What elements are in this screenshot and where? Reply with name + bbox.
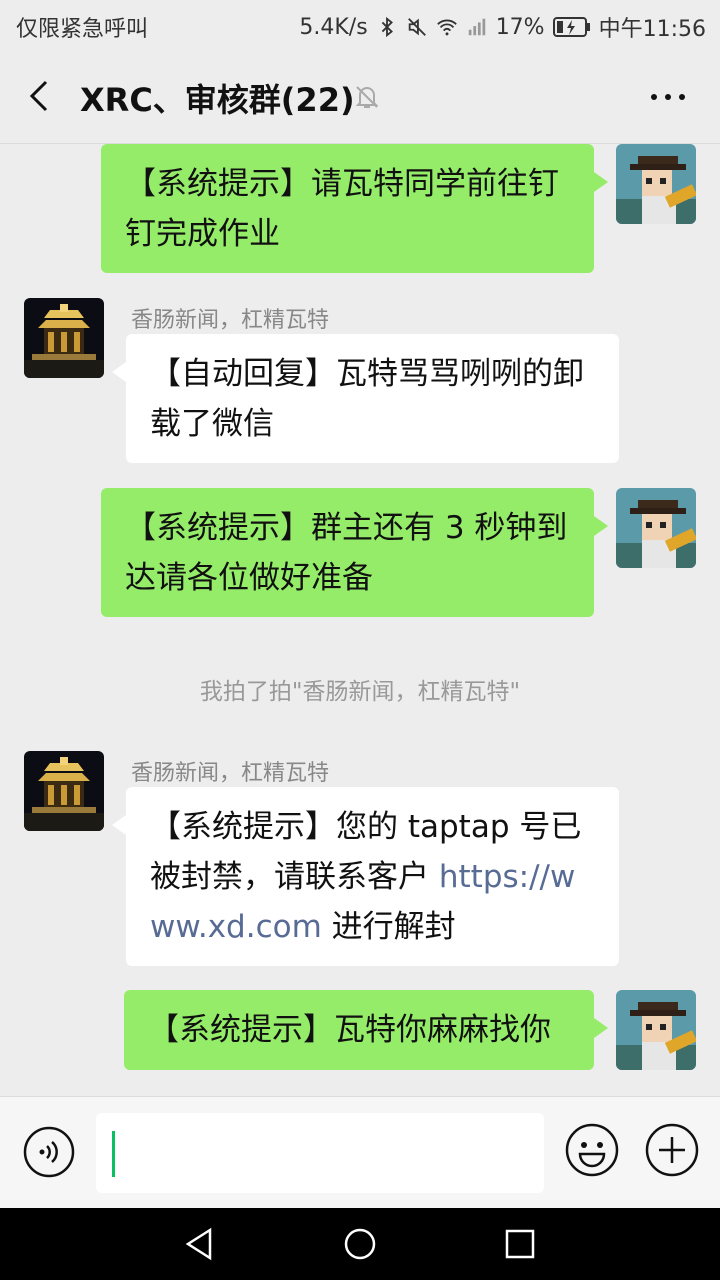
status-bar: 仅限紧急呼叫 5.4K/s 17% 中午11:56 — [0, 0, 720, 50]
back-button[interactable] — [18, 74, 62, 118]
nav-recents-icon[interactable] — [502, 1226, 538, 1262]
more-options-button[interactable] — [646, 80, 690, 114]
sender-name: 香肠新闻，杠精瓦特 — [131, 761, 330, 786]
my-message-bubble[interactable]: 【系统提示】请瓦特同学前往钉钉完成作业 — [101, 144, 608, 273]
sender-name: 香肠新闻，杠精瓦特 — [131, 308, 330, 333]
wifi-icon — [436, 19, 457, 36]
text-caret — [112, 1131, 115, 1177]
chat-header: XRC、审核群(22) — [0, 50, 720, 144]
my-avatar[interactable] — [616, 144, 696, 224]
battery-charging-icon — [552, 17, 590, 37]
received-message-bubble[interactable]: 【系统提示】您的 taptap 号已被封禁，请联系客户 https://www.… — [112, 787, 619, 966]
sender-avatar[interactable] — [24, 298, 104, 378]
emoji-icon[interactable] — [564, 1122, 620, 1178]
bell-off-icon — [355, 86, 379, 108]
system-nav-bar — [0, 1208, 720, 1280]
received-message-bubble[interactable]: 【自动回复】瓦特骂骂咧咧的卸载了微信 — [112, 334, 619, 463]
chat-title: XRC、审核群(22) — [80, 81, 355, 119]
message-text: 【系统提示】请瓦特同学前往钉钉完成作业 — [125, 166, 559, 252]
input-bar — [0, 1096, 720, 1208]
nav-back-icon[interactable] — [182, 1226, 218, 1262]
message-text: 【系统提示】瓦特你麻麻找你 — [148, 1012, 551, 1048]
nav-home-icon[interactable] — [342, 1226, 378, 1262]
message-text: 【系统提示】群主还有 3 秒钟到达请各位做好准备 — [125, 510, 568, 596]
bluetooth-icon — [381, 16, 393, 38]
message-input[interactable] — [96, 1113, 544, 1193]
message-list[interactable]: 【系统提示】请瓦特同学前往钉钉完成作业 香肠新闻，杠精瓦特 【自动回复】瓦特骂骂… — [0, 144, 720, 1096]
message-text: 【自动回复】瓦特骂骂咧咧的卸载了微信 — [150, 356, 584, 442]
clock: 中午11:56 — [598, 17, 706, 42]
pat-notice: 我拍了拍"香肠新闻，杠精瓦特" — [199, 679, 521, 705]
mute-icon — [407, 18, 426, 36]
network-speed: 5.4K/s — [299, 14, 368, 40]
sender-avatar[interactable] — [24, 751, 104, 831]
battery-percent: 17% — [495, 14, 545, 40]
my-message-bubble[interactable]: 【系统提示】群主还有 3 秒钟到达请各位做好准备 — [101, 488, 608, 617]
plus-icon[interactable] — [644, 1122, 700, 1178]
carrier-text: 仅限紧急呼叫 — [16, 17, 149, 42]
my-avatar[interactable] — [616, 990, 696, 1070]
message-text-tail: 进行解封 — [321, 909, 456, 945]
signal-icon — [468, 18, 485, 36]
voice-icon[interactable] — [22, 1125, 76, 1179]
status-right: 5.4K/s 17% 中午11:56 — [299, 11, 706, 43]
my-message-bubble[interactable]: 【系统提示】瓦特你麻麻找你 — [124, 990, 608, 1070]
my-avatar[interactable] — [616, 488, 696, 568]
